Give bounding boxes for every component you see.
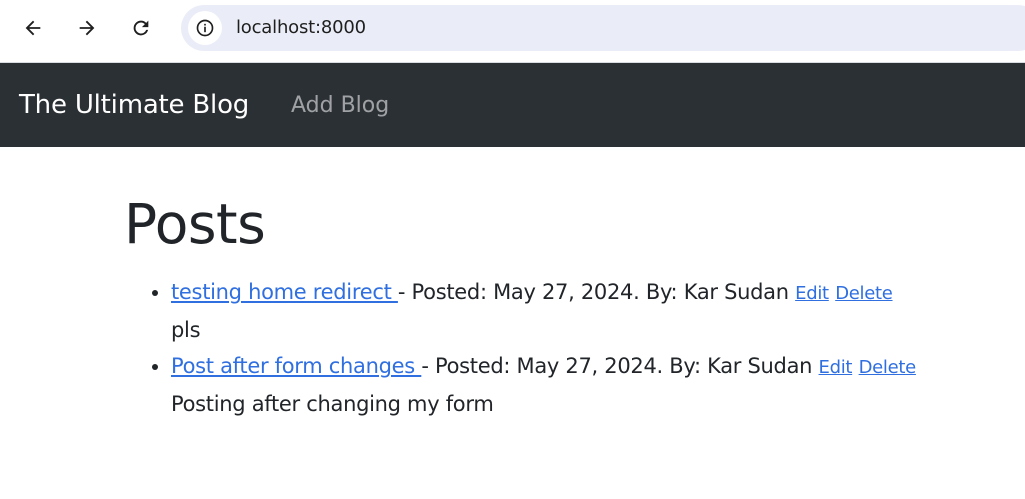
address-bar[interactable]: localhost:8000 (181, 5, 1025, 51)
post-item: testing home redirect - Posted: May 27, … (171, 274, 1004, 348)
nav-link-add-blog[interactable]: Add Blog (291, 93, 389, 118)
post-list: testing home redirect - Posted: May 27, … (124, 274, 1004, 422)
edit-link[interactable]: Edit (795, 283, 829, 304)
navbar: The Ultimate Blog Add Blog (0, 63, 1025, 147)
url-text[interactable]: localhost:8000 (236, 17, 366, 38)
post-meta: - Posted: May 27, 2024. By: Kar Sudan (421, 354, 819, 378)
arrow-left-icon (25, 20, 41, 36)
reload-icon (133, 20, 149, 36)
back-button[interactable] (16, 11, 50, 45)
post-body: Posting after changing my form (171, 392, 494, 416)
reload-button[interactable] (124, 11, 158, 45)
post-item: Post after form changes - Posted: May 27… (171, 348, 1004, 422)
info-icon (196, 19, 214, 37)
post-meta: - Posted: May 27, 2024. By: Kar Sudan (397, 280, 796, 304)
arrow-right-icon (79, 20, 95, 36)
delete-link[interactable]: Delete (835, 283, 893, 304)
edit-link[interactable]: Edit (819, 357, 853, 378)
post-title-link[interactable]: testing home redirect (171, 280, 398, 304)
post-body: pls (171, 318, 201, 342)
main-content: Posts testing home redirect - Posted: Ma… (124, 188, 1004, 422)
delete-link[interactable]: Delete (859, 357, 917, 378)
forward-button[interactable] (70, 11, 104, 45)
post-title-link[interactable]: Post after form changes (171, 354, 421, 378)
browser-toolbar: localhost:8000 (0, 0, 1025, 63)
site-info-button[interactable] (188, 11, 222, 45)
page-title: Posts (124, 192, 266, 256)
navbar-brand[interactable]: The Ultimate Blog (19, 90, 249, 120)
